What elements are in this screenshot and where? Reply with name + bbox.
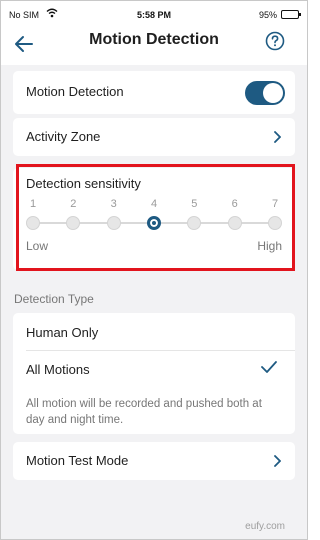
- sensitivity-level-dot[interactable]: [106, 216, 121, 230]
- sensitivity-level-label: 5: [191, 198, 198, 210]
- app-screen: No SIM 5:58 PM 95% Motion Detection Moti…: [0, 0, 308, 540]
- sensitivity-level-dot[interactable]: [227, 216, 242, 230]
- chevron-right-icon: [274, 455, 281, 467]
- sensitivity-title: Detection sensitivity: [26, 176, 141, 191]
- motion-detection-toggle[interactable]: [245, 81, 285, 105]
- sensitivity-level-dot[interactable]: [187, 216, 202, 230]
- detection-type-heading: Detection Type: [14, 292, 94, 306]
- sensitivity-level-label: 2: [70, 198, 77, 210]
- sensitivity-level-label: 6: [231, 198, 238, 210]
- help-icon[interactable]: [265, 31, 285, 51]
- nav-bar: Motion Detection: [1, 27, 307, 65]
- sensitivity-level-dot[interactable]: [66, 216, 81, 230]
- scale-low-label: Low: [26, 239, 49, 253]
- sensitivity-level-dot[interactable]: [268, 216, 282, 230]
- sensitivity-level-label: 1: [29, 198, 37, 210]
- chevron-right-icon: [274, 131, 281, 143]
- detection-type-description: All motion will be recorded and pushed b…: [26, 398, 262, 426]
- sensitivity-level-dot[interactable]: [147, 216, 161, 230]
- option-all-motions[interactable]: All Motions: [26, 362, 90, 377]
- motion-detection-label: Motion Detection: [26, 84, 124, 99]
- scale-high-label: High: [257, 239, 282, 253]
- motion-test-mode-label: Motion Test Mode: [26, 453, 129, 468]
- motion-detection-row: Motion Detection: [13, 71, 295, 114]
- sensitivity-level-label: 4: [150, 198, 158, 210]
- sensitivity-card: Detection sensitivity 1 2 3 4 5 6 7 Low High: [13, 168, 295, 270]
- option-human-only[interactable]: Human Only: [26, 325, 98, 340]
- page-title: Motion Detection: [89, 31, 219, 48]
- battery-percentage: 95%: [258, 10, 277, 20]
- battery-icon: [281, 10, 301, 19]
- detection-type-card: Human Only All Motions All motion will b…: [13, 313, 295, 434]
- activity-zone-label: Activity Zone: [26, 129, 101, 144]
- sensitivity-slider[interactable]: 1 2 3 4 5 6 7: [25, 198, 283, 242]
- motion-test-mode-row[interactable]: Motion Test Mode: [13, 442, 295, 480]
- sensitivity-level-label: 7: [271, 198, 279, 210]
- checkmark-icon: [261, 361, 277, 373]
- sensitivity-level-dot[interactable]: [26, 216, 40, 230]
- divider: [26, 350, 295, 351]
- sensitivity-level-label: 3: [110, 198, 117, 210]
- activity-zone-row[interactable]: Activity Zone: [13, 118, 295, 156]
- brand-watermark: eufy.com: [245, 521, 285, 532]
- status-bar: No SIM 5:58 PM 95%: [1, 1, 307, 27]
